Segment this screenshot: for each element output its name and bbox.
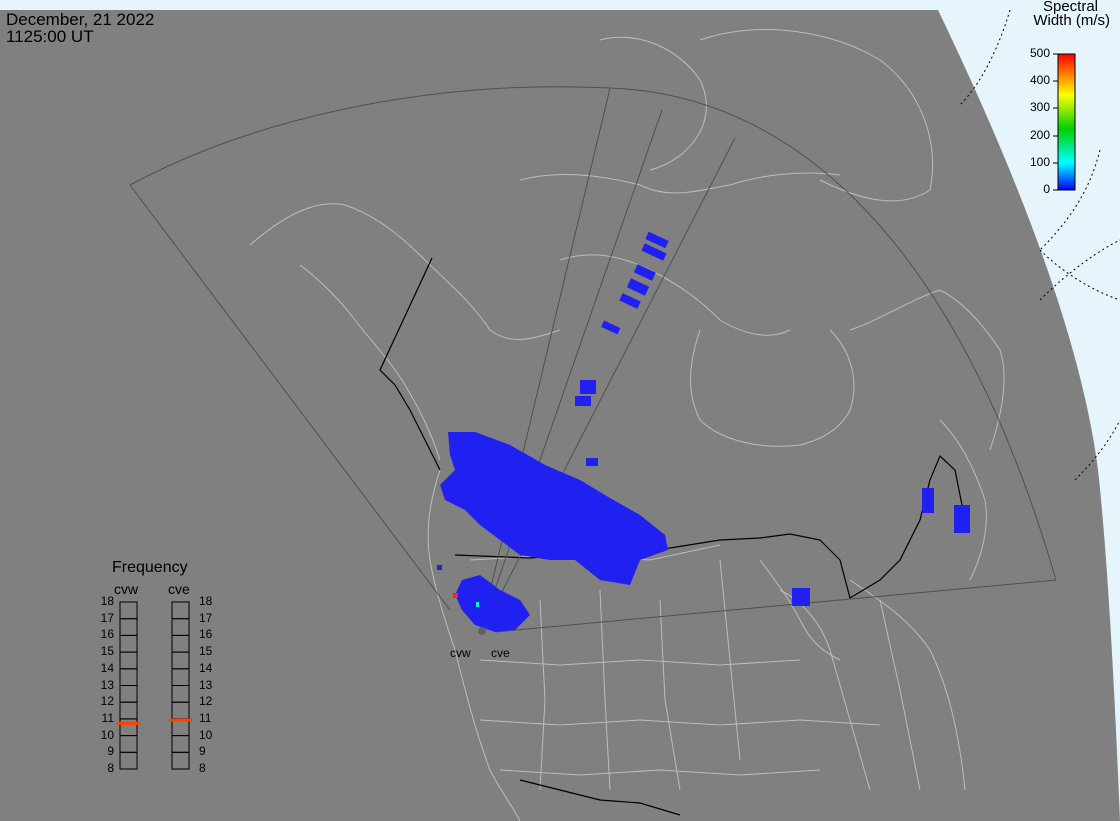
frequency-scale-label: 17	[100, 610, 114, 625]
frequency-scale-label: 13	[199, 677, 213, 692]
frequency-scale-label: 16	[199, 627, 213, 642]
colorbar-tick-label: 400	[1029, 73, 1050, 87]
echo-cell	[922, 488, 934, 513]
map-svg	[0, 0, 1120, 821]
date-label: December, 21 2022	[6, 10, 155, 29]
frequency-scale-label: 15	[199, 644, 213, 659]
site-label-cve: cve	[491, 646, 510, 660]
frequency-scale-label: 9	[107, 744, 114, 759]
frequency-scale-label: 10	[199, 727, 213, 742]
colorbar-tick-label: 0	[1043, 182, 1050, 196]
frequency-scale-label: 12	[199, 694, 213, 709]
echo-cell	[575, 396, 591, 406]
colorbar-tick-label: 100	[1029, 155, 1050, 169]
frequency-scale-label: 9	[199, 744, 206, 759]
time-label: 1125:00 UT	[6, 27, 94, 46]
frequency-scale-label: 18	[199, 594, 213, 608]
frequency-marker-cvw	[117, 721, 140, 725]
frequency-scale-label: 8	[199, 761, 206, 775]
frequency-title: Frequency	[112, 559, 188, 576]
frequency-radar-cvw: cvw	[114, 581, 139, 597]
colorbar-tick-label: 300	[1029, 100, 1050, 114]
colorbar-title-line2: Width (m/s)	[1033, 12, 1110, 29]
echo-cell	[580, 380, 596, 394]
frequency-scale-label: 10	[100, 727, 114, 742]
radar-site-marker	[478, 627, 486, 635]
frequency-scale-label: 11	[101, 710, 114, 725]
frequency-scale-label: 11	[199, 710, 212, 725]
frequency-scale-label: 8	[107, 761, 114, 775]
site-label-cvw: cvw	[450, 646, 471, 660]
echo-cell	[437, 565, 442, 570]
frequency-scale-label: 12	[100, 694, 114, 709]
frequency-scale-label: 16	[100, 627, 114, 642]
frequency-scale-label: 18	[100, 594, 114, 608]
colorbar-tick-label: 200	[1029, 128, 1050, 142]
frequency-radar-cve: cve	[168, 581, 190, 597]
frequency-scale-label: 17	[199, 610, 213, 625]
frequency-scale-label: 14	[100, 660, 114, 675]
echo-cell	[586, 458, 598, 466]
frequency-marker-cve	[169, 718, 192, 722]
echo-cell	[792, 588, 810, 606]
frequency-scale-label: 13	[100, 677, 114, 692]
echo-cell-red	[453, 593, 458, 598]
map-canvas: December, 21 2022 1125:00 UT Spectral Wi…	[0, 0, 1120, 821]
echo-cell-cyan	[476, 602, 479, 607]
earth-background	[0, 10, 1120, 821]
colorbar-tick-label: 500	[1029, 46, 1050, 60]
frequency-scale-label: 15	[100, 644, 114, 659]
echo-cell	[954, 505, 970, 533]
frequency-scale-label: 14	[199, 660, 213, 675]
colorbar-gradient	[1057, 53, 1076, 191]
